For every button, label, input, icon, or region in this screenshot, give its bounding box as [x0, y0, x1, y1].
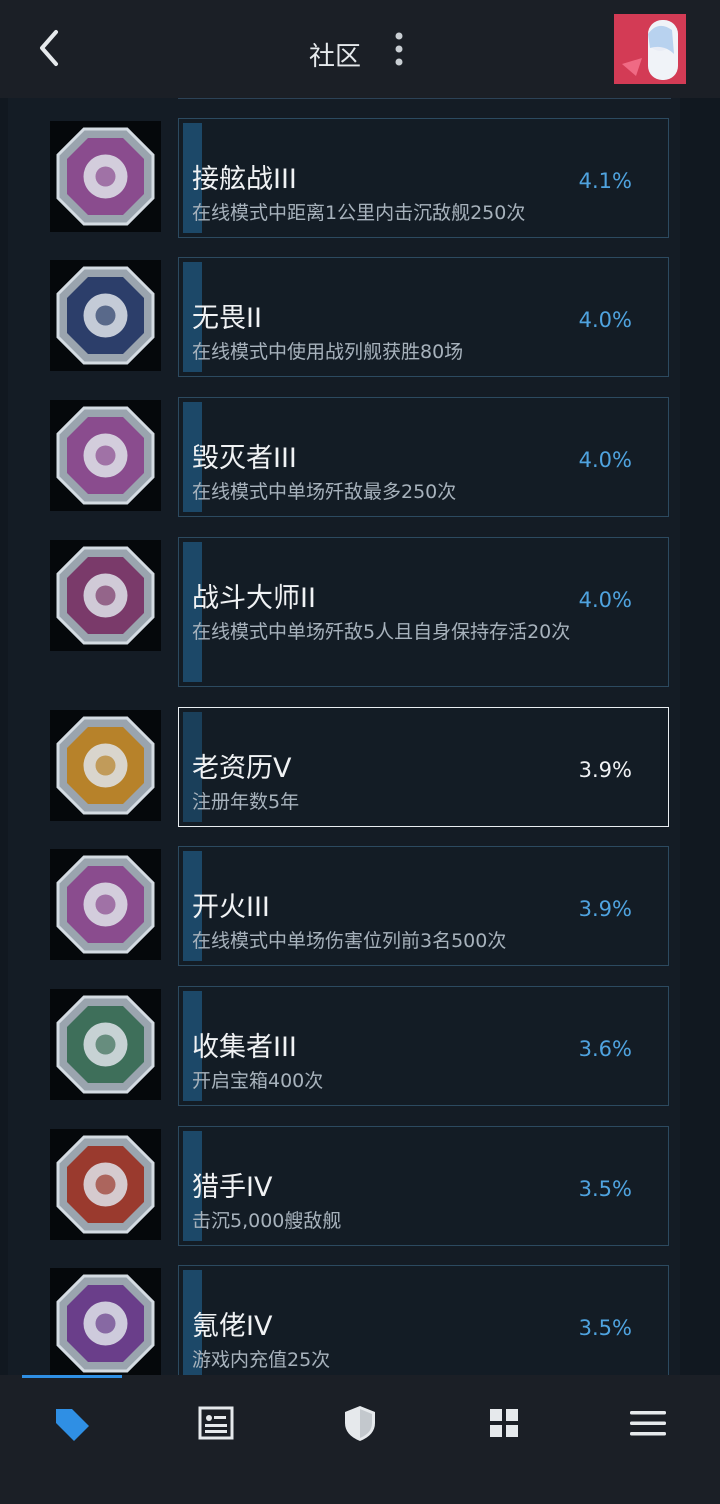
achievement-card[interactable]: 收集者III 开启宝箱400次 3.6% — [178, 986, 669, 1106]
achievement-percentage: 3.9% — [578, 897, 632, 921]
menu-icon — [630, 1411, 666, 1436]
achievement-percentage: 4.0% — [578, 588, 632, 612]
achievement-card[interactable]: 接舷战III 在线模式中距离1公里内击沉敌舰250次 4.1% — [178, 118, 669, 238]
achievement-list-panel: 接舷战III 在线模式中距离1公里内击沉敌舰250次 4.1% 无畏II 在线模式中使用… — [8, 98, 680, 1375]
pirate-badge-icon — [56, 127, 155, 226]
achievement-badge — [50, 989, 161, 1100]
profile-card-icon — [198, 1406, 234, 1440]
fire-badge-icon — [56, 855, 155, 954]
achievement-description: 在线模式中单场伤害位列前3名500次 — [192, 930, 507, 952]
achievement-card[interactable]: 老资历V 注册年数5年 3.9% — [178, 707, 669, 827]
veteran-badge-icon — [56, 716, 155, 815]
achievement-name: 氪佬IV — [192, 1311, 273, 1342]
achievement-badge — [50, 400, 161, 511]
grid-icon — [490, 1409, 518, 1437]
more-options-button[interactable] — [388, 30, 410, 70]
achievement-description: 开启宝箱400次 — [192, 1070, 324, 1092]
achievement-name: 毁灭者III — [192, 443, 297, 474]
battleship-badge-icon — [56, 266, 155, 365]
achievement-name: 无畏II — [192, 303, 262, 334]
achievement-percentage: 4.1% — [578, 169, 632, 193]
achievement-percentage: 3.6% — [578, 1037, 632, 1061]
achievement-name: 收集者III — [192, 1032, 297, 1063]
achievement-badge — [50, 540, 161, 651]
nav-tab-apps[interactable] — [484, 1403, 524, 1443]
star-ship-badge-icon — [56, 546, 155, 645]
payment-badge-icon — [56, 1274, 155, 1373]
avatar[interactable] — [614, 14, 686, 84]
previous-card-edge — [178, 98, 671, 99]
page-title: 社区 — [308, 42, 361, 72]
achievement-badge — [50, 849, 161, 960]
achievement-description: 游戏内充值25次 — [192, 1349, 331, 1371]
bottom-navigation — [0, 1375, 720, 1504]
achievement-card[interactable]: 开火III 在线模式中单场伤害位列前3名500次 3.9% — [178, 846, 669, 966]
nav-tab-clan[interactable] — [340, 1403, 380, 1443]
hunter-badge-icon — [56, 1135, 155, 1234]
achievement-name: 战斗大师II — [192, 583, 316, 614]
achievement-card[interactable]: 战斗大师II 在线模式中单场歼敌5人且自身保持存活20次 4.0% — [178, 537, 669, 687]
achievement-percentage: 3.5% — [578, 1316, 632, 1340]
achievement-description: 在线模式中距离1公里内击沉敌舰250次 — [192, 202, 526, 224]
active-tab-indicator — [22, 1375, 122, 1378]
achievement-description: 击沉5,000艘敌舰 — [192, 1210, 342, 1232]
achievement-card[interactable]: 毁灭者III 在线模式中单场歼敌最多250次 4.0% — [178, 397, 669, 517]
achievement-name: 猎手IV — [192, 1172, 273, 1203]
achievement-percentage: 4.0% — [578, 308, 632, 332]
achievement-badge — [50, 1129, 161, 1240]
nav-tab-community[interactable] — [52, 1403, 92, 1443]
achievement-badge — [50, 710, 161, 821]
more-vertical-icon — [395, 32, 403, 66]
achievement-percentage: 3.5% — [578, 1177, 632, 1201]
achievement-percentage: 4.0% — [578, 448, 632, 472]
avatar-image — [614, 14, 686, 84]
achievement-description: 在线模式中使用战列舰获胜80场 — [192, 341, 464, 363]
achievement-badge — [50, 1268, 161, 1375]
nav-tab-profile[interactable] — [196, 1403, 236, 1443]
achievement-card[interactable]: 猎手IV 击沉5,000艘敌舰 3.5% — [178, 1126, 669, 1246]
achievement-badge — [50, 121, 161, 232]
achievement-description: 在线模式中单场歼敌5人且自身保持存活20次 — [192, 621, 571, 643]
shield-icon — [345, 1406, 375, 1441]
achievement-card[interactable]: 氪佬IV 游戏内充值25次 3.5% — [178, 1265, 669, 1375]
achievement-percentage: 3.9% — [578, 758, 632, 782]
achievement-description: 在线模式中单场歼敌最多250次 — [192, 481, 457, 503]
achievement-name: 接舷战III — [192, 164, 297, 195]
achievement-card[interactable]: 无畏II 在线模式中使用战列舰获胜80场 4.0% — [178, 257, 669, 377]
top-bar: 社区 — [0, 0, 720, 98]
skull-badge-icon — [56, 406, 155, 505]
achievement-description: 注册年数5年 — [192, 791, 300, 813]
achievement-list[interactable]: 接舷战III 在线模式中距离1公里内击沉敌舰250次 4.1% 无畏II 在线模式中使用… — [0, 98, 720, 1375]
achievement-name: 老资历V — [192, 753, 292, 784]
chest-badge-icon — [56, 995, 155, 1094]
achievement-badge — [50, 260, 161, 371]
tag-icon — [56, 1409, 89, 1441]
achievement-name: 开火III — [192, 892, 270, 923]
nav-tab-menu[interactable] — [628, 1403, 668, 1443]
